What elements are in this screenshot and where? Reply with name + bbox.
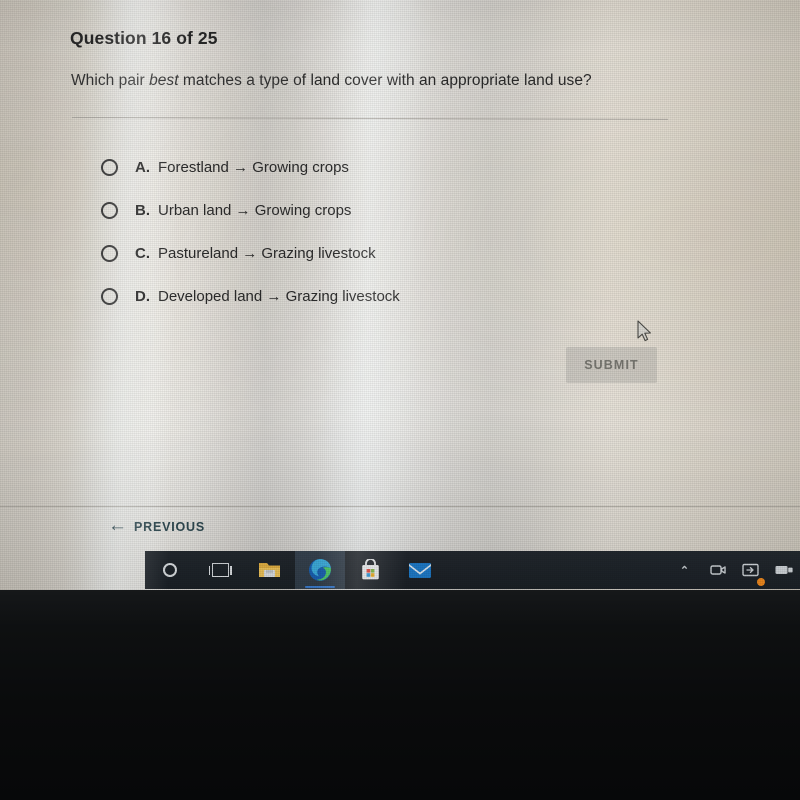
mail-envelope-icon — [409, 562, 431, 578]
taskbar-item-microsoft-store[interactable] — [345, 551, 395, 589]
taskbar-item-file-explorer[interactable] — [245, 551, 295, 589]
file-explorer-icon — [259, 563, 280, 577]
photographed-screen: Question 16 of 25 Which pair best matche… — [0, 0, 800, 800]
microsoft-edge-icon — [309, 559, 332, 581]
option-label: Urban land → Growing crops — [158, 202, 352, 219]
chevron-up-icon: ⌃ — [679, 564, 690, 577]
cortana-circle-icon — [163, 563, 177, 577]
answer-option-c[interactable]: C. Pastureland → Grazing livestock — [0, 232, 800, 275]
answer-options-list: A. Forestland → Growing crops B. Urban l… — [0, 146, 800, 318]
tray-camera-meeting[interactable] — [701, 551, 734, 589]
previous-button-label: PREVIOUS — [134, 519, 205, 534]
option-letter: C. — [135, 245, 150, 262]
taskbar-item-mail[interactable] — [395, 551, 445, 589]
option-letter: B. — [135, 202, 150, 219]
task-view-icon — [208, 563, 232, 577]
answer-option-d[interactable]: D. Developed land → Grazing livestock — [0, 275, 800, 318]
radio-button-icon[interactable] — [101, 288, 118, 305]
option-letter: D. — [135, 288, 150, 305]
option-label: Forestland → Growing crops — [158, 159, 349, 176]
camera-icon — [709, 565, 726, 575]
display-icon — [775, 566, 793, 574]
answer-option-a[interactable]: A. Forestland → Growing crops — [0, 146, 800, 189]
option-label: Developed land → Grazing livestock — [158, 288, 400, 305]
previous-button[interactable]: ← PREVIOUS — [108, 515, 205, 536]
section-divider — [71, 117, 668, 120]
laptop-bezel-bottom — [0, 589, 800, 800]
question-text: Which pair best matches a type of land c… — [71, 72, 592, 90]
question-suffix: matches a type of land cover with an app… — [178, 72, 592, 89]
bottom-nav-divider — [0, 506, 800, 507]
tray-show-hidden-icons[interactable]: ⌃ — [668, 551, 701, 589]
notification-badge — [757, 578, 765, 586]
taskbar-item-cortana[interactable] — [145, 551, 195, 589]
tray-clipped-icon[interactable] — [767, 551, 800, 589]
arrow-pointer-icon — [637, 320, 651, 342]
question-emphasis: best — [149, 72, 179, 89]
quiz-page: Question 16 of 25 Which pair best matche… — [0, 0, 800, 535]
option-label: Pastureland → Grazing livestock — [158, 245, 376, 262]
taskbar-pinned-apps — [145, 551, 445, 589]
answer-option-b[interactable]: B. Urban land → Growing crops — [0, 189, 800, 232]
tray-screen-share[interactable] — [734, 551, 767, 589]
radio-button-icon[interactable] — [101, 202, 118, 219]
page-title: Question 16 of 25 — [70, 28, 218, 48]
question-prefix: Which pair — [71, 72, 150, 89]
taskbar-item-task-view[interactable] — [195, 551, 245, 589]
radio-button-icon[interactable] — [101, 245, 118, 262]
screen-share-icon — [742, 563, 759, 577]
system-tray: ⌃ — [668, 551, 800, 589]
option-letter: A. — [135, 159, 150, 176]
microsoft-store-icon — [361, 559, 379, 580]
windows-taskbar: ⌃ — [145, 551, 800, 589]
taskbar-item-microsoft-edge[interactable] — [295, 551, 345, 589]
arrow-left-icon: ← — [108, 515, 127, 536]
submit-button[interactable]: SUBMIT — [566, 347, 657, 383]
radio-button-icon[interactable] — [101, 159, 118, 176]
screen-surface: Question 16 of 25 Which pair best matche… — [0, 0, 800, 590]
